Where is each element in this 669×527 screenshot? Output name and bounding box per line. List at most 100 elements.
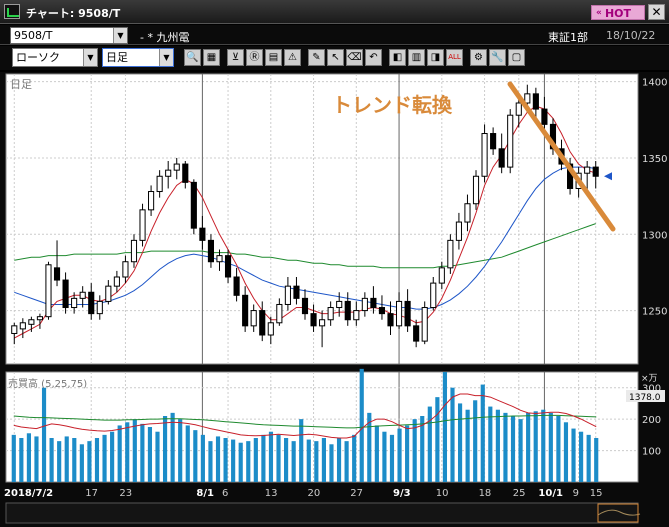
chart-type-dropdown[interactable]: ▼ — [83, 49, 97, 66]
volume-bar — [465, 409, 470, 482]
price-panel-label: 日足 — [10, 78, 32, 91]
candle — [430, 282, 437, 309]
volume-bar — [102, 434, 107, 482]
chart-area: 1250 1300 1350 1400 2018/7/2 17 23 8/1 6 13 20 27 9/… — [0, 72, 669, 527]
bar-right-icon[interactable]: ◨ — [427, 49, 444, 66]
eraser-icon[interactable]: ⌫ — [346, 49, 363, 66]
clear-icon[interactable]: ▢ — [508, 49, 525, 66]
candle — [216, 255, 223, 263]
volume-bar — [594, 438, 599, 482]
x-tick-label: 15 — [590, 488, 603, 499]
bar-mid-icon[interactable]: ▥ — [408, 49, 425, 66]
volume-panel-label: 売買高 (5,25,75) — [8, 377, 87, 390]
settings-icon[interactable]: ⚙ — [470, 49, 487, 66]
symbol-bar: 9508/T ▼ - * 九州電 東証1部 18/10/22 — [0, 25, 669, 45]
window-icon[interactable]: ▦ — [203, 49, 220, 66]
volume-bar — [586, 434, 591, 482]
candle — [173, 163, 180, 171]
pencil-icon[interactable]: ✎ — [308, 49, 325, 66]
volume-bar — [125, 422, 130, 482]
volume-bar — [488, 406, 493, 482]
volume-bar — [382, 431, 387, 482]
candle — [301, 297, 309, 315]
magnify-r-icon[interactable]: Ⓡ — [246, 49, 263, 66]
candle — [96, 300, 103, 315]
volume-bar — [495, 409, 500, 482]
volume-bar — [427, 406, 432, 482]
symbol-value: 9508/T — [14, 29, 53, 42]
candle — [28, 319, 35, 325]
volume-bar — [140, 423, 145, 482]
price-tick-label: 1350 — [642, 154, 667, 165]
volume-bar — [442, 372, 448, 482]
x-tick-label: 20 — [308, 488, 321, 499]
candle — [165, 169, 172, 177]
x-tick-label: 10/1 — [538, 488, 563, 499]
volume-bar — [64, 436, 69, 482]
symbol-dropdown-button[interactable]: ▼ — [113, 28, 127, 43]
title-bar: チャート: 9508/T « HOT ✕ — [0, 0, 669, 24]
undo-icon[interactable]: ↶ — [365, 49, 382, 66]
volume-bar — [178, 419, 183, 482]
volume-bar — [518, 419, 523, 482]
candle — [207, 239, 215, 263]
volume-bar — [11, 434, 16, 482]
volume-bar — [299, 419, 304, 482]
volume-bar — [117, 425, 122, 482]
period-dropdown[interactable]: ▼ — [159, 49, 173, 66]
candle — [156, 175, 163, 193]
candle — [472, 175, 480, 205]
volume-bar — [147, 427, 153, 482]
volume-bar — [314, 441, 319, 482]
candle — [438, 267, 445, 284]
volume-bar — [268, 431, 274, 482]
bar-left-icon[interactable]: ◧ — [389, 49, 406, 66]
volume-bar — [200, 434, 205, 482]
cursor-icon[interactable]: ↖ — [327, 49, 344, 66]
volume-bar — [579, 431, 584, 482]
all-icon[interactable]: ALL — [446, 49, 463, 66]
date-label: 18/10/22 — [606, 29, 656, 42]
candle — [259, 310, 266, 336]
candle-marker-icon[interactable]: ⊻ — [227, 49, 244, 66]
hot-button[interactable]: « HOT — [591, 5, 645, 20]
volume-bar — [571, 428, 576, 482]
candle — [413, 325, 420, 342]
chart-type-select[interactable]: ローソク ▼ — [12, 48, 98, 67]
candle — [71, 297, 78, 309]
x-tick-label: 23 — [119, 488, 132, 499]
stock-chart: 1250 1300 1350 1400 2018/7/2 17 23 8/1 6 13 20 27 9/… — [0, 72, 669, 527]
volume-bar — [87, 441, 92, 482]
volume-bar — [510, 416, 516, 482]
period-select[interactable]: 日足 ▼ — [102, 48, 174, 67]
volume-bar — [41, 387, 47, 482]
grid-icon[interactable]: ▤ — [265, 49, 282, 66]
close-button[interactable]: ✕ — [648, 4, 665, 20]
candle — [284, 285, 291, 305]
volume-bar — [19, 438, 24, 482]
volume-bar — [405, 425, 410, 482]
volume-bar — [231, 439, 236, 482]
candle — [310, 313, 317, 327]
exchange-label: 東証1部 — [548, 31, 588, 44]
volume-bar — [450, 387, 455, 482]
volume-bar — [79, 444, 84, 482]
warning-icon[interactable]: ⚠ — [284, 49, 301, 66]
volume-bar — [526, 412, 531, 482]
candle — [515, 102, 522, 116]
candle — [122, 261, 129, 278]
candle — [190, 181, 197, 229]
zoom-icon[interactable]: 🔍 — [184, 49, 201, 66]
volume-bar — [344, 441, 349, 482]
volume-bar — [132, 419, 137, 482]
symbol-input[interactable]: 9508/T ▼ — [10, 27, 128, 44]
candle — [592, 166, 599, 177]
candle — [344, 300, 351, 321]
period-value: 日足 — [106, 51, 128, 64]
candle — [224, 255, 232, 278]
candle — [105, 285, 112, 302]
volume-bar — [253, 438, 258, 482]
candle — [404, 300, 411, 327]
volume-bar — [246, 441, 251, 482]
wrench-icon[interactable]: 🔧 — [489, 49, 506, 66]
